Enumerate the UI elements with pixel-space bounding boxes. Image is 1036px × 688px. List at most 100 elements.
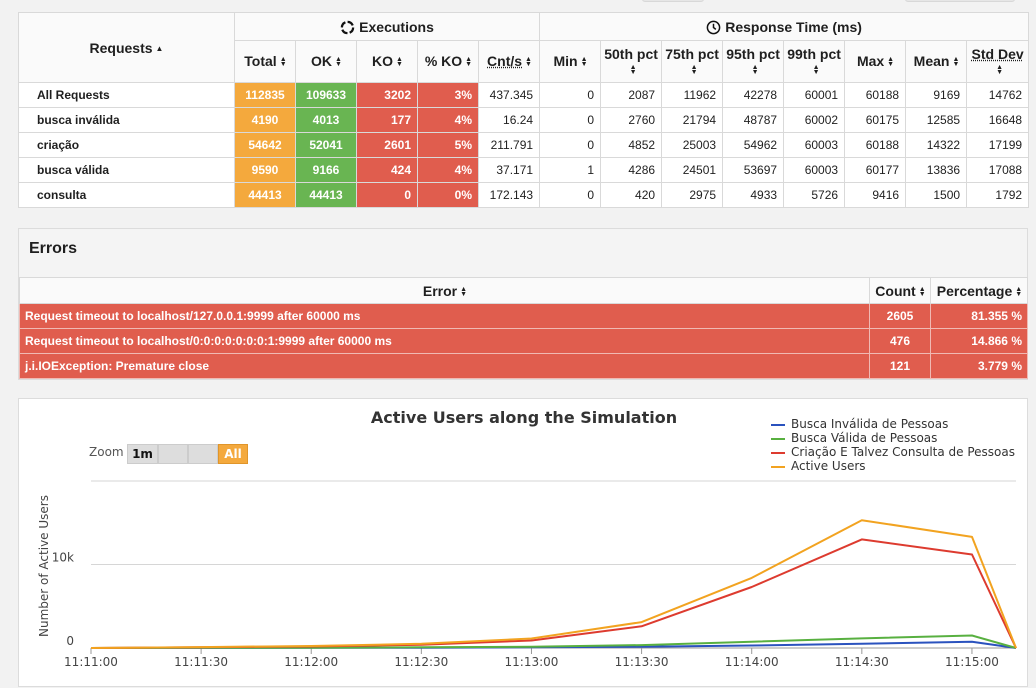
stat-cell-95th-pct: 4933 (722, 182, 785, 208)
stat-cell-75th-pct: 21794 (661, 107, 724, 133)
toolbar-button[interactable] (905, 0, 1015, 2)
stat-cell-max: 60188 (844, 82, 907, 108)
stat-cell-total: 9590 (234, 157, 296, 183)
x-tick-label: 11:14:00 (725, 655, 779, 669)
chart-plot-area: 0 10k 11:11:00 11:11:30 11:12:00 11:12:30 11:1… (52, 480, 1017, 669)
stat-cell-50th-pct: 420 (600, 182, 663, 208)
sort-icon: ▲ ▼ (525, 56, 532, 69)
column-header-max[interactable]: Max ▲ ▼ (844, 40, 907, 83)
stat-cell-mean: 12585 (905, 107, 968, 133)
error-row: Request timeout to localhost/0:0:0:0:0:0… (19, 328, 1028, 354)
stat-cell-50th-pct: 2760 (600, 107, 663, 133)
column-header-75th-pct[interactable]: 75th pct▲ ▼ (661, 40, 724, 83)
sort-icon: ▲ ▼ (918, 285, 926, 298)
stat-cell-total: 112835 (234, 82, 296, 108)
errors-panel: Errors Error ▲ ▼ Count ▲ ▼ Percentage ▲ ▼ Requ… (18, 228, 1028, 380)
sort-icon: ▲ ▼ (952, 56, 960, 69)
error-error-cell: Request timeout to localhost/127.0.0.1:9… (19, 303, 870, 329)
column-header-99th-pct[interactable]: 99th pct▲ ▼ (783, 40, 846, 83)
stat-cell-ko: 2601 (356, 132, 418, 158)
stat-cell-95th-pct: 42278 (722, 82, 785, 108)
stat-cell-total: 44413 (234, 182, 296, 208)
stat-cell-cnt-s: 437.345 (477, 82, 541, 108)
errors-title: Errors (29, 240, 78, 257)
column-header-cnt-s[interactable]: Cnt/s ▲ ▼ (477, 40, 541, 83)
stat-cell-std-dev: 1792 (966, 182, 1030, 208)
stat-cell-min: 0 (539, 132, 602, 158)
column-header-ko[interactable]: KO ▲ ▼ (356, 40, 418, 83)
stat-cell-std-dev: 14762 (966, 82, 1030, 108)
request-name[interactable]: criação (18, 132, 235, 158)
column-header-std-dev[interactable]: Std Dev▲ ▼ (966, 40, 1030, 83)
request-name[interactable]: busca válida (18, 157, 235, 183)
stat-cell-min: 1 (539, 157, 602, 183)
series-line (90, 519, 1017, 649)
sort-icon: ▲ ▼ (580, 56, 588, 69)
stat-cell-min: 0 (539, 182, 602, 208)
stat-cell-75th-pct: 11962 (661, 82, 724, 108)
stat-cell-75th-pct: 24501 (661, 157, 724, 183)
stats-row: busca válida 9590 9166 424 4% 37.171 1 4286 2450… (18, 157, 1030, 183)
count-column-header[interactable]: Count ▲ ▼ (869, 277, 931, 304)
requests-header[interactable]: Requests ▲ (18, 12, 235, 83)
x-tick-label: 11:15:00 (945, 655, 999, 669)
stat-cell--ko: 4% (417, 107, 479, 133)
stat-cell-50th-pct: 2087 (600, 82, 663, 108)
stat-cell-99th-pct: 60001 (783, 82, 846, 108)
column-header--ko[interactable]: % KO ▲ ▼ (417, 40, 479, 83)
active-users-chart-panel: Active Users along the Simulation Zoom 1… (18, 398, 1028, 687)
stat-cell-mean: 1500 (905, 182, 968, 208)
stat-cell-99th-pct: 60002 (783, 107, 846, 133)
error-count-cell: 121 (869, 353, 931, 379)
sort-icon: ▲ ▼ (690, 63, 698, 76)
clock-icon (706, 20, 721, 34)
error-row: Request timeout to localhost/127.0.0.1:9… (19, 303, 1028, 329)
column-header-95th-pct[interactable]: 95th pct▲ ▼ (722, 40, 785, 83)
stats-row: All Requests 112835 109633 3202 3% 437.345 0 20… (18, 82, 1030, 108)
error-pct-cell: 81.355 % (930, 303, 1028, 329)
toolbar-button[interactable] (642, 0, 704, 2)
percentage-column-header[interactable]: Percentage ▲ ▼ (930, 277, 1028, 304)
top-toolbar-fragment (0, 0, 1036, 12)
x-tick-label: 11:11:00 (64, 655, 118, 669)
stat-cell-99th-pct: 60003 (783, 132, 846, 158)
x-tick-label: 11:13:00 (505, 655, 559, 669)
stat-cell-mean: 9169 (905, 82, 968, 108)
error-column-header[interactable]: Error ▲ ▼ (19, 277, 870, 304)
x-tick-label: 11:11:30 (174, 655, 228, 669)
stat-cell-cnt-s: 16.24 (477, 107, 541, 133)
stat-cell-99th-pct: 5726 (783, 182, 846, 208)
x-tick-label: 11:12:00 (284, 655, 338, 669)
sort-icon: ▲ ▼ (465, 56, 473, 69)
request-name[interactable]: consulta (18, 182, 235, 208)
stat-cell-total: 4190 (234, 107, 296, 133)
sort-icon: ▲ ▼ (751, 63, 759, 76)
error-pct-cell: 3.779 % (930, 353, 1028, 379)
stat-cell-cnt-s: 172.143 (477, 182, 541, 208)
request-name[interactable]: busca inválida (18, 107, 235, 133)
stat-cell-ko: 0 (356, 182, 418, 208)
stat-cell-50th-pct: 4286 (600, 157, 663, 183)
column-header-ok[interactable]: OK ▲ ▼ (295, 40, 357, 83)
stat-cell--ko: 4% (417, 157, 479, 183)
error-count-cell: 2605 (869, 303, 931, 329)
request-name[interactable]: All Requests (18, 82, 235, 108)
executions-icon (340, 20, 355, 34)
stat-cell-50th-pct: 4852 (600, 132, 663, 158)
y-tick-label: 0 (66, 634, 74, 648)
response-time-header: Response Time (ms) (539, 12, 1030, 41)
sort-icon: ▲ ▼ (279, 56, 287, 69)
stats-row: criação 54642 52041 2601 5% 211.791 0 4852 25003… (18, 132, 1030, 158)
x-tick-label: 11:13:30 (615, 655, 669, 669)
stat-cell-mean: 13836 (905, 157, 968, 183)
stat-cell-ko: 3202 (356, 82, 418, 108)
series-line (90, 538, 1017, 649)
column-header-total[interactable]: Total ▲ ▼ (234, 40, 296, 83)
sort-asc-icon: ▲ (155, 43, 164, 53)
stat-cell-99th-pct: 60003 (783, 157, 846, 183)
stat-cell-75th-pct: 25003 (661, 132, 724, 158)
column-header-50th-pct[interactable]: 50th pct▲ ▼ (600, 40, 663, 83)
stat-cell-95th-pct: 53697 (722, 157, 785, 183)
column-header-mean[interactable]: Mean ▲ ▼ (905, 40, 968, 83)
column-header-min[interactable]: Min ▲ ▼ (539, 40, 602, 83)
